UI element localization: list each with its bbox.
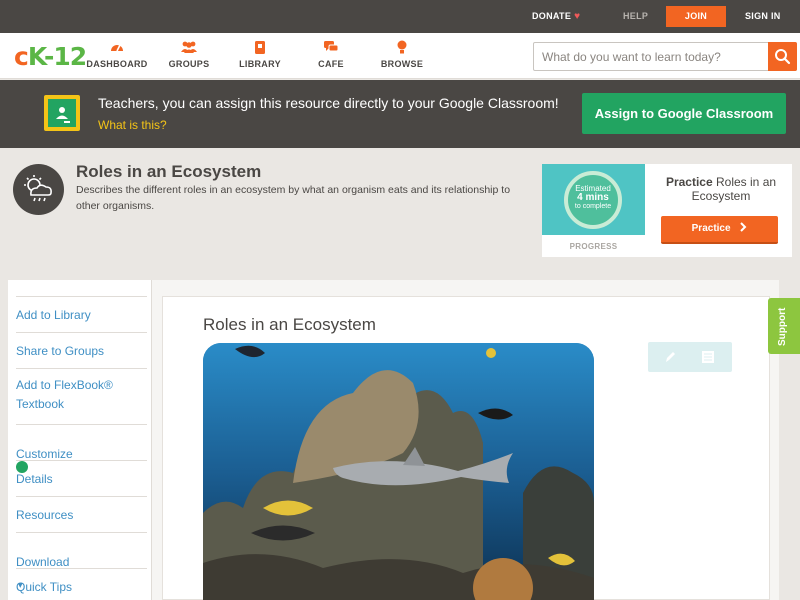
content-card: Roles in an Ecosystem <box>162 296 770 600</box>
to-complete-label: to complete <box>574 203 612 210</box>
practice-card: Estimated 4 mins to complete PROGRESS Pr… <box>542 164 792 257</box>
cafe-icon <box>296 40 366 56</box>
ecosystem-image <box>203 343 594 600</box>
sidebar-item-customize[interactable]: Customize ? <box>16 424 147 482</box>
top-utility-bar: DONATE ♥ HELP JOIN SIGN IN <box>0 0 800 33</box>
what-is-this-link[interactable]: What is this? <box>98 118 167 132</box>
estimated-minutes: 4 mins <box>577 192 609 203</box>
progress-label: PROGRESS <box>569 242 618 251</box>
nav-library[interactable]: LIBRARY <box>225 40 295 69</box>
practice-button[interactable]: Practice <box>661 216 778 244</box>
search-icon <box>775 49 791 65</box>
estimate-ring: Estimated 4 mins to complete <box>564 171 622 229</box>
banner-message: Teachers, you can assign this resource d… <box>98 93 568 136</box>
search-box <box>533 42 797 71</box>
chevron-right-icon <box>740 222 747 232</box>
browse-icon <box>367 40 437 56</box>
quick-tips-heading: Quick Tips <box>16 568 147 600</box>
donate-label: DONATE <box>532 11 572 21</box>
pencil-icon[interactable] <box>662 349 678 365</box>
sidebar-item-add-to-library[interactable]: Add to Library <box>16 296 147 332</box>
groups-icon <box>154 40 224 56</box>
nav-groups[interactable]: GROUPS <box>154 40 224 69</box>
assign-google-classroom-button[interactable]: Assign to Google Classroom <box>582 93 786 134</box>
join-button[interactable]: JOIN <box>666 6 726 27</box>
donate-link[interactable]: DONATE ♥ <box>532 0 580 33</box>
nav-cafe[interactable]: CAFE <box>296 40 366 69</box>
library-icon <box>225 40 295 56</box>
main-content: Roles in an Ecosystem <box>151 280 779 600</box>
weather-icon <box>13 164 64 215</box>
heart-icon: ♥ <box>574 11 581 22</box>
ck12-logo[interactable]: cK-12 <box>14 42 87 71</box>
sidebar-item-add-to-flexbook[interactable]: Add to FlexBook® Textbook <box>16 368 147 424</box>
sidebar-item-details[interactable]: Details <box>16 460 147 496</box>
search-input[interactable] <box>542 43 762 70</box>
sidebar-item-resources[interactable]: Resources <box>16 496 147 532</box>
practice-button-label: Practice <box>691 223 731 234</box>
sidebar-item-share-to-groups[interactable]: Share to Groups <box>16 332 147 368</box>
page-description: Describes the different roles in an ecos… <box>76 184 511 212</box>
search-button[interactable] <box>768 42 797 71</box>
nav-cafe-label: CAFE <box>318 59 344 69</box>
banner-text: Teachers, you can assign this resource d… <box>98 95 559 111</box>
page-title: Roles in an Ecosystem <box>76 162 262 181</box>
nav-browse-label: BROWSE <box>380 59 424 69</box>
sidebar: Add to Library Share to Groups Add to Fl… <box>8 280 151 600</box>
practice-title: Practice Roles in an Ecosystem <box>654 175 788 203</box>
practice-art: Estimated 4 mins to complete <box>542 164 645 235</box>
nav-groups-label: GROUPS <box>168 59 210 69</box>
notes-icon[interactable] <box>700 349 716 365</box>
nav-dashboard[interactable]: DASHBOARD <box>82 40 152 69</box>
main-navbar: cK-12 DASHBOARD GROUPS LIBRARY CAFE BROW… <box>0 33 800 79</box>
google-classroom-icon <box>44 95 80 131</box>
content-title: Roles in an Ecosystem <box>203 315 376 334</box>
nav-dashboard-label: DASHBOARD <box>86 59 148 69</box>
sign-in-link[interactable]: SIGN IN <box>745 0 781 33</box>
dashboard-icon <box>82 40 152 56</box>
support-tab[interactable]: Support <box>768 298 800 354</box>
practice-title-bold: Practice <box>665 175 713 189</box>
nav-library-label: LIBRARY <box>239 59 281 69</box>
sidebar-item-download[interactable]: Download ▾ <box>16 532 147 590</box>
content-tools <box>648 342 732 372</box>
nav-browse[interactable]: BROWSE <box>367 40 437 69</box>
help-link[interactable]: HELP <box>623 0 648 33</box>
support-label: Support <box>777 307 788 346</box>
